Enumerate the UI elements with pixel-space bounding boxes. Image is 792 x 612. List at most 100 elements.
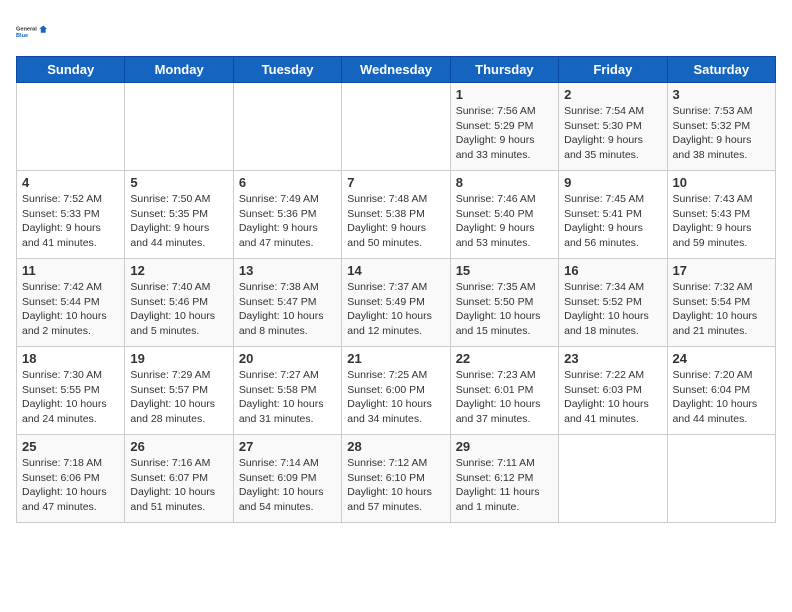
calendar-body: 1Sunrise: 7:56 AM Sunset: 5:29 PM Daylig… [17,83,776,523]
day-number: 25 [22,439,119,454]
day-info: Sunrise: 7:53 AM Sunset: 5:32 PM Dayligh… [673,104,770,163]
day-number: 6 [239,175,336,190]
day-number: 22 [456,351,553,366]
calendar-cell: 25 Sunrise: 7:18 AM Sunset: 6:06 PM Dayli… [17,435,125,523]
day-info: Sunrise: 7:11 AM Sunset: 6:12 PM Dayligh… [456,456,553,515]
day-number: 13 [239,263,336,278]
day-number: 4 [22,175,119,190]
day-info: Sunrise: 7:34 AM Sunset: 5:52 PM Dayligh… [564,280,661,339]
calendar-cell [559,435,667,523]
day-number: 15 [456,263,553,278]
day-info: Sunrise: 7:29 AM Sunset: 5:57 PM Dayligh… [130,368,227,427]
day-info: Sunrise: 7:20 AM Sunset: 6:04 PM Dayligh… [673,368,770,427]
day-info: Sunrise: 7:50 AM Sunset: 5:35 PM Dayligh… [130,192,227,251]
weekday-header-sunday: Sunday [17,57,125,83]
svg-text:Blue: Blue [16,33,28,39]
svg-text:General: General [16,26,37,32]
day-info: Sunrise: 7:40 AM Sunset: 5:46 PM Dayligh… [130,280,227,339]
logo: General Blue [16,16,48,48]
day-info: Sunrise: 7:38 AM Sunset: 5:47 PM Dayligh… [239,280,336,339]
calendar-cell: 9Sunrise: 7:45 AM Sunset: 5:41 PM Daylig… [559,171,667,259]
day-info: Sunrise: 7:30 AM Sunset: 5:55 PM Dayligh… [22,368,119,427]
day-number: 26 [130,439,227,454]
week-row-0: 1Sunrise: 7:56 AM Sunset: 5:29 PM Daylig… [17,83,776,171]
week-row-1: 4 Sunrise: 7:52 AM Sunset: 5:33 PM Daylig… [17,171,776,259]
calendar-cell: 13 Sunrise: 7:38 AM Sunset: 5:47 PM Dayli… [233,259,341,347]
calendar-cell: 12 Sunrise: 7:40 AM Sunset: 5:46 PM Dayli… [125,259,233,347]
day-info: Sunrise: 7:46 AM Sunset: 5:40 PM Dayligh… [456,192,553,251]
day-info: Sunrise: 7:12 AM Sunset: 6:10 PM Dayligh… [347,456,444,515]
day-info: Sunrise: 7:42 AM Sunset: 5:44 PM Dayligh… [22,280,119,339]
weekday-header-saturday: Saturday [667,57,775,83]
day-number: 7 [347,175,444,190]
week-row-2: 11 Sunrise: 7:42 AM Sunset: 5:44 PM Dayli… [17,259,776,347]
calendar-cell: 20Sunrise: 7:27 AM Sunset: 5:58 PM Dayli… [233,347,341,435]
calendar-cell: 26 Sunrise: 7:16 AM Sunset: 6:07 PM Dayli… [125,435,233,523]
day-info: Sunrise: 7:37 AM Sunset: 5:49 PM Dayligh… [347,280,444,339]
day-info: Sunrise: 7:22 AM Sunset: 6:03 PM Dayligh… [564,368,661,427]
day-number: 14 [347,263,444,278]
calendar-cell: 29 Sunrise: 7:11 AM Sunset: 6:12 PM Dayli… [450,435,558,523]
day-number: 18 [22,351,119,366]
day-info: Sunrise: 7:56 AM Sunset: 5:29 PM Dayligh… [456,104,553,163]
day-number: 23 [564,351,661,366]
day-number: 19 [130,351,227,366]
day-info: Sunrise: 7:48 AM Sunset: 5:38 PM Dayligh… [347,192,444,251]
week-row-3: 18 Sunrise: 7:30 AM Sunset: 5:55 PM Dayli… [17,347,776,435]
day-info: Sunrise: 7:18 AM Sunset: 6:06 PM Dayligh… [22,456,119,515]
day-info: Sunrise: 7:32 AM Sunset: 5:54 PM Dayligh… [673,280,770,339]
logo-icon: General Blue [16,16,48,48]
day-info: Sunrise: 7:54 AM Sunset: 5:30 PM Dayligh… [564,104,661,163]
day-info: Sunrise: 7:52 AM Sunset: 5:33 PM Dayligh… [22,192,119,251]
weekday-header-tuesday: Tuesday [233,57,341,83]
day-info: Sunrise: 7:27 AM Sunset: 5:58 PM Dayligh… [239,368,336,427]
weekday-header-monday: Monday [125,57,233,83]
day-number: 2 [564,87,661,102]
calendar-cell: 21Sunrise: 7:25 AM Sunset: 6:00 PM Dayli… [342,347,450,435]
day-number: 12 [130,263,227,278]
calendar-cell [17,83,125,171]
day-info: Sunrise: 7:45 AM Sunset: 5:41 PM Dayligh… [564,192,661,251]
page-header: General Blue [16,16,776,48]
day-info: Sunrise: 7:43 AM Sunset: 5:43 PM Dayligh… [673,192,770,251]
calendar-cell: 3 Sunrise: 7:53 AM Sunset: 5:32 PM Daylig… [667,83,775,171]
calendar-cell: 27Sunrise: 7:14 AM Sunset: 6:09 PM Dayli… [233,435,341,523]
calendar-cell: 14 Sunrise: 7:37 AM Sunset: 5:49 PM Dayli… [342,259,450,347]
day-number: 21 [347,351,444,366]
calendar-cell: 18 Sunrise: 7:30 AM Sunset: 5:55 PM Dayli… [17,347,125,435]
calendar-cell: 16 Sunrise: 7:34 AM Sunset: 5:52 PM Dayli… [559,259,667,347]
calendar-cell [233,83,341,171]
calendar-cell: 1Sunrise: 7:56 AM Sunset: 5:29 PM Daylig… [450,83,558,171]
day-info: Sunrise: 7:16 AM Sunset: 6:07 PM Dayligh… [130,456,227,515]
day-number: 27 [239,439,336,454]
calendar-cell: 22 Sunrise: 7:23 AM Sunset: 6:01 PM Dayli… [450,347,558,435]
day-number: 3 [673,87,770,102]
calendar-table: SundayMondayTuesdayWednesdayThursdayFrid… [16,56,776,523]
day-number: 5 [130,175,227,190]
day-number: 10 [673,175,770,190]
weekday-header-wednesday: Wednesday [342,57,450,83]
calendar-cell [342,83,450,171]
calendar-cell: 7 Sunrise: 7:48 AM Sunset: 5:38 PM Daylig… [342,171,450,259]
calendar-cell: 8 Sunrise: 7:46 AM Sunset: 5:40 PM Daylig… [450,171,558,259]
day-info: Sunrise: 7:23 AM Sunset: 6:01 PM Dayligh… [456,368,553,427]
day-number: 8 [456,175,553,190]
calendar-cell: 15 Sunrise: 7:35 AM Sunset: 5:50 PM Dayli… [450,259,558,347]
calendar-cell: 19 Sunrise: 7:29 AM Sunset: 5:57 PM Dayli… [125,347,233,435]
calendar-cell: 6Sunrise: 7:49 AM Sunset: 5:36 PM Daylig… [233,171,341,259]
day-number: 16 [564,263,661,278]
calendar-cell: 24 Sunrise: 7:20 AM Sunset: 6:04 PM Dayli… [667,347,775,435]
day-info: Sunrise: 7:35 AM Sunset: 5:50 PM Dayligh… [456,280,553,339]
day-number: 11 [22,263,119,278]
calendar-cell: 17Sunrise: 7:32 AM Sunset: 5:54 PM Dayli… [667,259,775,347]
calendar-cell: 4 Sunrise: 7:52 AM Sunset: 5:33 PM Daylig… [17,171,125,259]
calendar-cell: 2 Sunrise: 7:54 AM Sunset: 5:30 PM Daylig… [559,83,667,171]
day-number: 24 [673,351,770,366]
calendar-cell: 5 Sunrise: 7:50 AM Sunset: 5:35 PM Daylig… [125,171,233,259]
calendar-cell: 11 Sunrise: 7:42 AM Sunset: 5:44 PM Dayli… [17,259,125,347]
day-number: 28 [347,439,444,454]
calendar-cell: 28 Sunrise: 7:12 AM Sunset: 6:10 PM Dayli… [342,435,450,523]
calendar-cell [667,435,775,523]
calendar-cell: 10 Sunrise: 7:43 AM Sunset: 5:43 PM Dayli… [667,171,775,259]
day-number: 29 [456,439,553,454]
